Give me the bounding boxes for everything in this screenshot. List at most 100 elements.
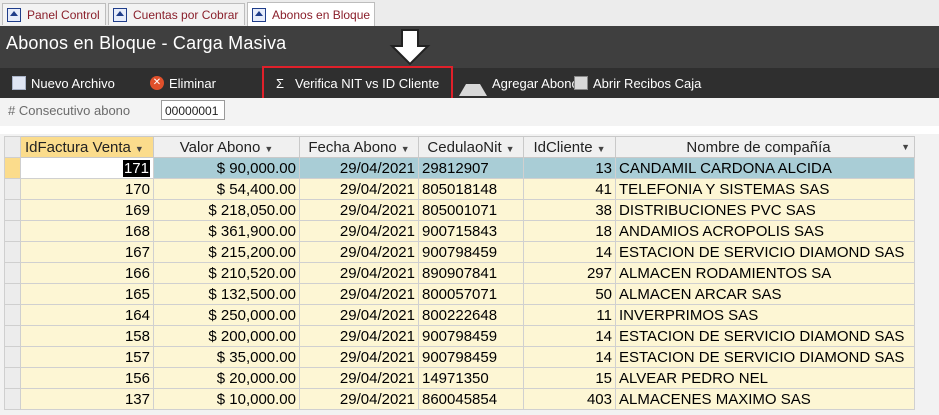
cedula-nit-cell[interactable]: 800057071 xyxy=(418,283,524,305)
id-cliente-cell[interactable]: 14 xyxy=(523,346,616,368)
table-row[interactable]: 157 $ 35,000.00 29/04/2021 900798459 14 ESTAC… xyxy=(4,346,915,368)
nombre-compania-cell[interactable]: ESTACION DE SERVICIO DIAMOND SAS xyxy=(615,241,915,263)
fecha-abono-cell[interactable]: 29/04/2021 xyxy=(299,262,419,284)
record-selector[interactable] xyxy=(4,241,21,263)
table-row[interactable]: 169 $ 218,050.00 29/04/2021 805001071 38 DIST… xyxy=(4,199,915,221)
fecha-abono-cell[interactable]: 29/04/2021 xyxy=(299,304,419,326)
id-cliente-cell[interactable]: 11 xyxy=(523,304,616,326)
cedula-nit-cell[interactable]: 14971350 xyxy=(418,367,524,389)
select-all-cell[interactable] xyxy=(4,136,21,158)
cedula-nit-cell[interactable]: 900798459 xyxy=(418,325,524,347)
record-selector[interactable] xyxy=(4,262,21,284)
column-header[interactable]: Fecha Abono ▼ xyxy=(299,136,419,158)
record-selector[interactable] xyxy=(4,388,21,410)
dropdown-icon[interactable]: ▼ xyxy=(401,144,410,154)
valor-abono-cell[interactable]: $ 215,200.00 xyxy=(153,241,300,263)
tab-abonos-en-bloque[interactable]: Abonos en Bloque xyxy=(247,2,375,26)
column-header[interactable]: Valor Abono ▼ xyxy=(153,136,300,158)
tab-cuentas-por-cobrar[interactable]: Cuentas por Cobrar xyxy=(108,3,245,25)
id-factura-cell[interactable]: 158 xyxy=(20,325,154,347)
id-factura-cell[interactable]: 168 xyxy=(20,220,154,242)
cedula-nit-cell[interactable]: 900715843 xyxy=(418,220,524,242)
new-file-button[interactable]: Nuevo Archivo xyxy=(12,72,115,94)
record-selector[interactable] xyxy=(4,178,21,200)
valor-abono-cell[interactable]: $ 250,000.00 xyxy=(153,304,300,326)
table-row[interactable]: 158 $ 200,000.00 29/04/2021 900798459 14 ESTA… xyxy=(4,325,915,347)
consecutivo-input[interactable]: 00000001 xyxy=(161,100,225,120)
cedula-nit-cell[interactable]: 890907841 xyxy=(418,262,524,284)
record-selector[interactable] xyxy=(4,220,21,242)
id-factura-cell[interactable]: 137 xyxy=(20,388,154,410)
cedula-nit-cell[interactable]: 805001071 xyxy=(418,199,524,221)
id-cliente-cell[interactable]: 14 xyxy=(523,241,616,263)
nombre-compania-cell[interactable]: ESTACION DE SERVICIO DIAMOND SAS xyxy=(615,346,915,368)
id-factura-cell[interactable]: 165 xyxy=(20,283,154,305)
fecha-abono-cell[interactable]: 29/04/2021 xyxy=(299,325,419,347)
record-selector[interactable] xyxy=(4,346,21,368)
id-factura-cell[interactable]: 156 xyxy=(20,367,154,389)
id-factura-cell[interactable]: 170 xyxy=(20,178,154,200)
cedula-nit-cell[interactable]: 900798459 xyxy=(418,241,524,263)
cedula-nit-cell[interactable]: 29812907 xyxy=(418,157,524,179)
id-factura-cell[interactable]: 167 xyxy=(20,241,154,263)
valor-abono-cell[interactable]: $ 10,000.00 xyxy=(153,388,300,410)
fecha-abono-cell[interactable]: 29/04/2021 xyxy=(299,199,419,221)
nombre-compania-cell[interactable]: INVERPRIMOS SAS xyxy=(615,304,915,326)
table-row[interactable]: 170 $ 54,400.00 29/04/2021 805018148 41 TELEF… xyxy=(4,178,915,200)
nombre-compania-cell[interactable]: CANDAMIL CARDONA ALCIDA xyxy=(615,157,915,179)
fecha-abono-cell[interactable]: 29/04/2021 xyxy=(299,367,419,389)
record-selector[interactable] xyxy=(4,199,21,221)
valor-abono-cell[interactable]: $ 132,500.00 xyxy=(153,283,300,305)
fecha-abono-cell[interactable]: 29/04/2021 xyxy=(299,283,419,305)
record-selector[interactable] xyxy=(4,367,21,389)
record-selector[interactable] xyxy=(4,157,21,179)
dropdown-icon[interactable]: ▼ xyxy=(135,144,144,154)
nombre-compania-cell[interactable]: ALMACENES MAXIMO SAS xyxy=(615,388,915,410)
id-cliente-cell[interactable]: 14 xyxy=(523,325,616,347)
valor-abono-cell[interactable]: $ 35,000.00 xyxy=(153,346,300,368)
table-row[interactable]: 164 $ 250,000.00 29/04/2021 800222648 11 INVE… xyxy=(4,304,915,326)
table-row[interactable]: 166 $ 210,520.00 29/04/2021 890907841 297 ALM… xyxy=(4,262,915,284)
dropdown-icon[interactable]: ▼ xyxy=(264,144,273,154)
record-selector[interactable] xyxy=(4,325,21,347)
table-row[interactable]: 165 $ 132,500.00 29/04/2021 800057071 50 ALMA… xyxy=(4,283,915,305)
valor-abono-cell[interactable]: $ 361,900.00 xyxy=(153,220,300,242)
nombre-compania-cell[interactable]: ESTACION DE SERVICIO DIAMOND SAS xyxy=(615,325,915,347)
nombre-compania-cell[interactable]: TELEFONIA Y SISTEMAS SAS xyxy=(615,178,915,200)
table-row[interactable]: 156 $ 20,000.00 29/04/2021 14971350 15 ALVEAR… xyxy=(4,367,915,389)
nombre-compania-cell[interactable]: ANDAMIOS ACROPOLIS SAS xyxy=(615,220,915,242)
dropdown-icon[interactable]: ▼ xyxy=(506,144,515,154)
add-payments-button[interactable]: Agregar Abonos xyxy=(459,72,585,96)
id-factura-cell[interactable]: 166 xyxy=(20,262,154,284)
id-factura-cell[interactable]: 164 xyxy=(20,304,154,326)
valor-abono-cell[interactable]: $ 54,400.00 xyxy=(153,178,300,200)
valor-abono-cell[interactable]: $ 218,050.00 xyxy=(153,199,300,221)
cedula-nit-cell[interactable]: 900798459 xyxy=(418,346,524,368)
column-header[interactable]: IdCliente ▼ xyxy=(523,136,616,158)
fecha-abono-cell[interactable]: 29/04/2021 xyxy=(299,346,419,368)
dropdown-icon[interactable]: ▼ xyxy=(901,142,910,152)
delete-button[interactable]: ✕ Eliminar xyxy=(150,72,216,94)
column-header[interactable]: Nombre de compañía ▼ xyxy=(615,136,915,158)
table-row[interactable]: 168 $ 361,900.00 29/04/2021 900715843 18 ANDA… xyxy=(4,220,915,242)
valor-abono-cell[interactable]: $ 20,000.00 xyxy=(153,367,300,389)
id-cliente-cell[interactable]: 50 xyxy=(523,283,616,305)
fecha-abono-cell[interactable]: 29/04/2021 xyxy=(299,241,419,263)
id-cliente-cell[interactable]: 297 xyxy=(523,262,616,284)
cedula-nit-cell[interactable]: 800222648 xyxy=(418,304,524,326)
nombre-compania-cell[interactable]: ALMACEN ARCAR SAS xyxy=(615,283,915,305)
column-header[interactable]: IdFactura Venta ▼ xyxy=(20,136,154,158)
nombre-compania-cell[interactable]: DISTRIBUCIONES PVC SAS xyxy=(615,199,915,221)
column-header[interactable]: CedulaoNit ▼ xyxy=(418,136,524,158)
table-row[interactable]: 137 $ 10,000.00 29/04/2021 860045854 403 ALMA… xyxy=(4,388,915,410)
tab-panel-control[interactable]: Panel Control xyxy=(2,3,106,25)
cedula-nit-cell[interactable]: 860045854 xyxy=(418,388,524,410)
open-receipts-button[interactable]: Abrir Recibos Caja xyxy=(574,72,701,94)
id-cliente-cell[interactable]: 13 xyxy=(523,157,616,179)
valor-abono-cell[interactable]: $ 200,000.00 xyxy=(153,325,300,347)
table-row[interactable]: 167 $ 215,200.00 29/04/2021 900798459 14 ESTA… xyxy=(4,241,915,263)
record-selector[interactable] xyxy=(4,304,21,326)
id-factura-cell[interactable]: 169 xyxy=(20,199,154,221)
fecha-abono-cell[interactable]: 29/04/2021 xyxy=(299,388,419,410)
cedula-nit-cell[interactable]: 805018148 xyxy=(418,178,524,200)
